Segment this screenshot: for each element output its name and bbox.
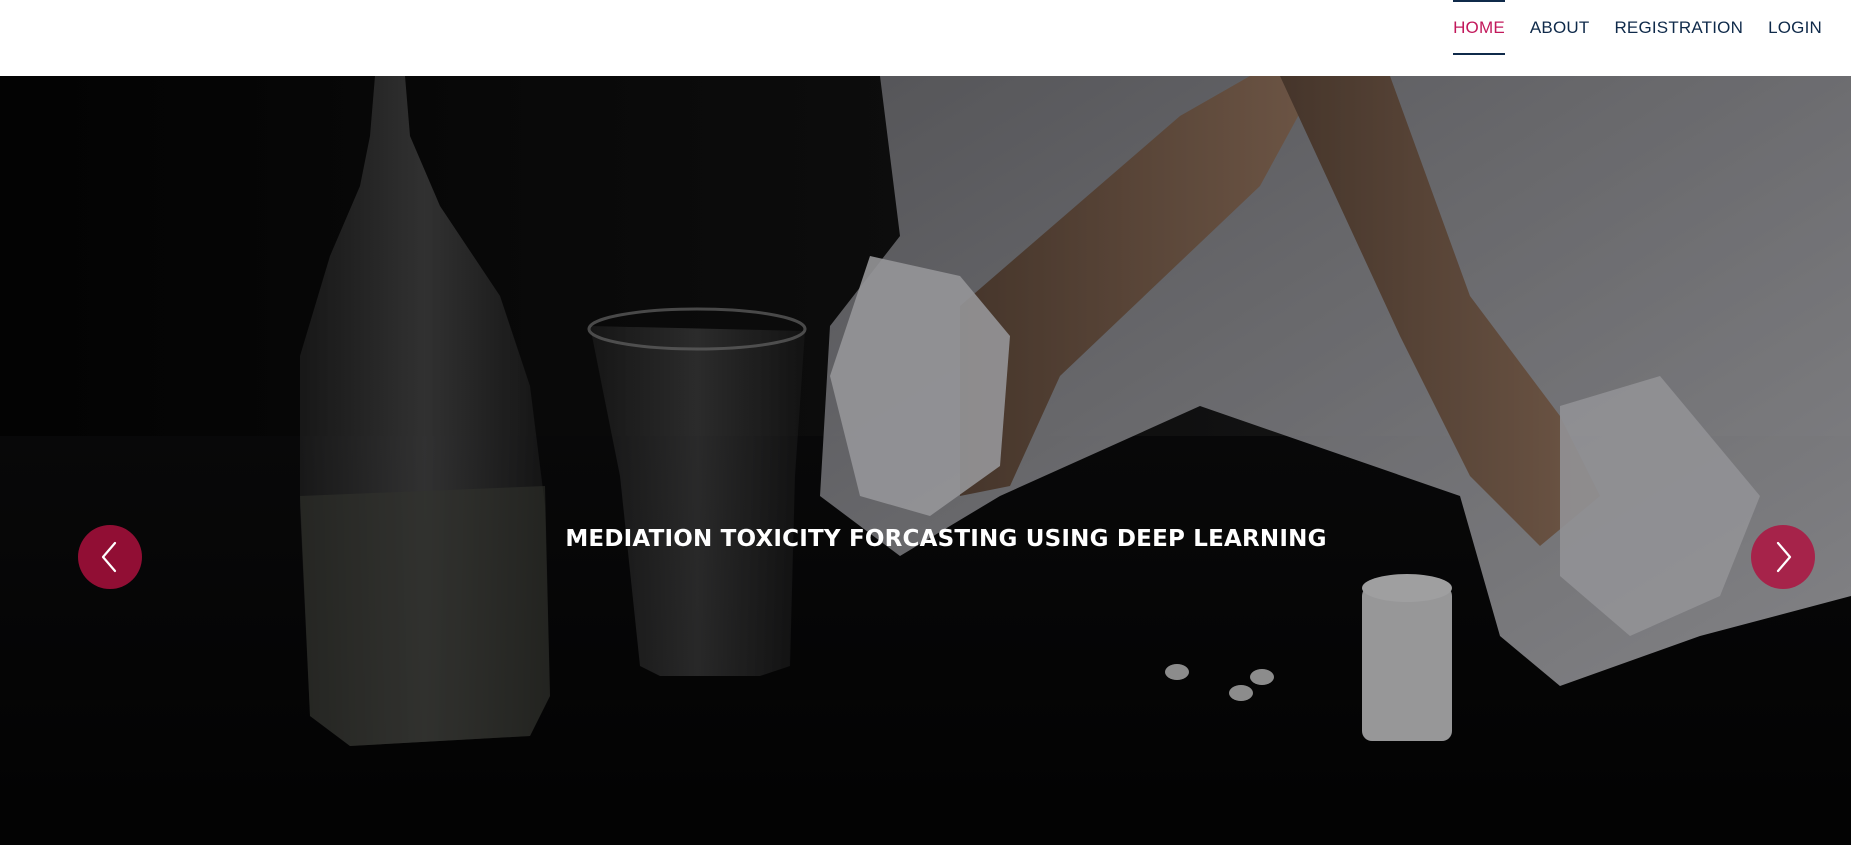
nav-login-link[interactable]: LOGIN [1768,0,1822,55]
chevron-right-icon [1776,541,1792,573]
hero-carousel: MEDIATION TOXICITY FORCASTING USING DEEP… [0,76,1851,845]
hero-dark-overlay [0,76,1851,845]
nav-registration-link[interactable]: REGISTRATION [1614,0,1743,55]
nav-home-link[interactable]: HOME [1453,0,1505,55]
main-nav: HOME ABOUT REGISTRATION LOGIN [1428,0,1822,57]
carousel-next-button[interactable] [1751,525,1815,589]
site-header: HOME ABOUT REGISTRATION LOGIN [0,0,1851,76]
carousel-prev-button[interactable] [78,525,142,589]
chevron-left-icon [101,541,117,573]
hero-title: MEDIATION TOXICITY FORCASTING USING DEEP… [565,526,1327,552]
nav-about-link[interactable]: ABOUT [1530,0,1590,55]
